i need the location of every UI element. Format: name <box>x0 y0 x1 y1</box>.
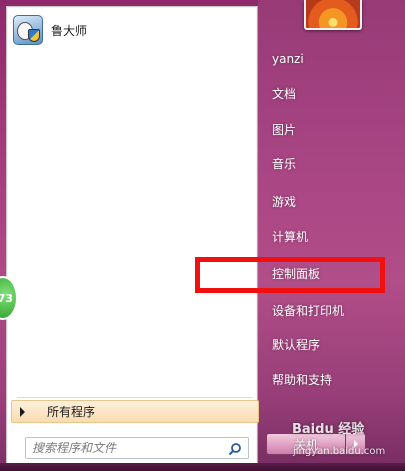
watermark-logo: Baidu 经验 <box>292 422 365 437</box>
search-input[interactable] <box>32 439 222 457</box>
menu-item-username[interactable]: yanzi <box>266 44 396 74</box>
all-programs-button[interactable]: 所有程序 <box>11 400 259 423</box>
highlight-annotation-box <box>195 257 385 293</box>
watermark-url: jingyan.baidu.com <box>293 446 386 457</box>
menu-item-devices-printers[interactable]: 设备和打印机 <box>266 295 396 325</box>
menu-item-default-programs[interactable]: 默认程序 <box>266 329 396 359</box>
all-programs-label: 所有程序 <box>47 405 96 419</box>
taskbar-strip <box>0 463 405 471</box>
divider <box>17 397 253 398</box>
menu-item-help-support[interactable]: 帮助和支持 <box>266 364 396 394</box>
menu-item-computer[interactable]: 计算机 <box>266 221 396 251</box>
programs-panel: 鲁大师 所有程序 <box>6 6 259 471</box>
menu-item-documents[interactable]: 文档 <box>266 78 396 108</box>
pinned-item-label: 鲁大师 <box>51 23 88 38</box>
search-box[interactable] <box>25 437 249 459</box>
menu-item-pictures[interactable]: 图片 <box>266 114 396 144</box>
menu-item-music[interactable]: 音乐 <box>266 148 396 178</box>
menu-item-games[interactable]: 游戏 <box>266 186 396 216</box>
search-icon[interactable] <box>228 442 242 456</box>
user-avatar-flower[interactable] <box>304 0 362 30</box>
pinned-item-ludashi[interactable]: 鲁大师 <box>11 11 253 49</box>
triangle-right-icon <box>20 406 25 417</box>
ludashi-app-icon <box>13 15 43 45</box>
